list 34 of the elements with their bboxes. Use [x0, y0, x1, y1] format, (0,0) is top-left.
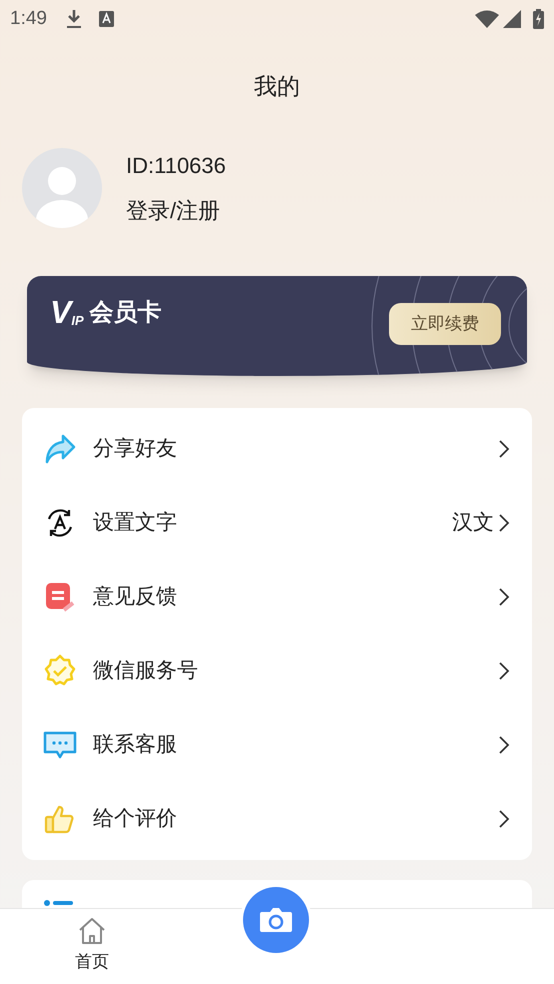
- renew-button[interactable]: 立即续费: [389, 303, 501, 345]
- user-id: ID:110636: [126, 152, 226, 180]
- chevron-right-icon: [498, 587, 510, 607]
- menu-item[interactable]: 分享好友: [22, 412, 532, 486]
- keyboard-icon: [98, 11, 114, 27]
- download-icon: [64, 9, 83, 29]
- chevron-right-icon: [498, 735, 510, 755]
- menu-item[interactable]: 意见反馈: [22, 560, 532, 634]
- signal-icon: [503, 10, 521, 28]
- chevron-right-icon: [498, 661, 510, 681]
- vip-logo: VIP: [50, 296, 84, 328]
- list-icon: [44, 900, 74, 906]
- menu-item[interactable]: 微信服务号: [22, 634, 532, 708]
- chevron-right-icon: [498, 809, 510, 829]
- menu-item[interactable]: 给个评价: [22, 782, 532, 856]
- home-tab[interactable]: 首页: [0, 909, 184, 984]
- status-time: 1:49: [10, 6, 47, 31]
- camera-icon: [259, 906, 293, 934]
- battery-icon: [533, 9, 544, 29]
- wifi-icon: [475, 10, 499, 28]
- chevron-right-icon: [498, 439, 510, 459]
- page-title: 我的: [254, 72, 300, 101]
- menu-item[interactable]: 联系客服: [22, 708, 532, 782]
- vip-card-label: 会员卡: [90, 298, 162, 328]
- login-link[interactable]: 登录/注册: [126, 194, 226, 227]
- badge-check-icon: [43, 654, 77, 688]
- chevron-right-icon: [498, 513, 510, 533]
- chat-bubble-icon: [43, 730, 77, 760]
- share-arrow-icon: [44, 433, 76, 465]
- thumbs-up-icon: [44, 803, 76, 835]
- current-value: 汉文: [452, 510, 494, 536]
- menu-item[interactable]: 设置文字 汉文: [22, 486, 532, 560]
- home-icon: [77, 917, 107, 945]
- note-icon: [44, 581, 76, 613]
